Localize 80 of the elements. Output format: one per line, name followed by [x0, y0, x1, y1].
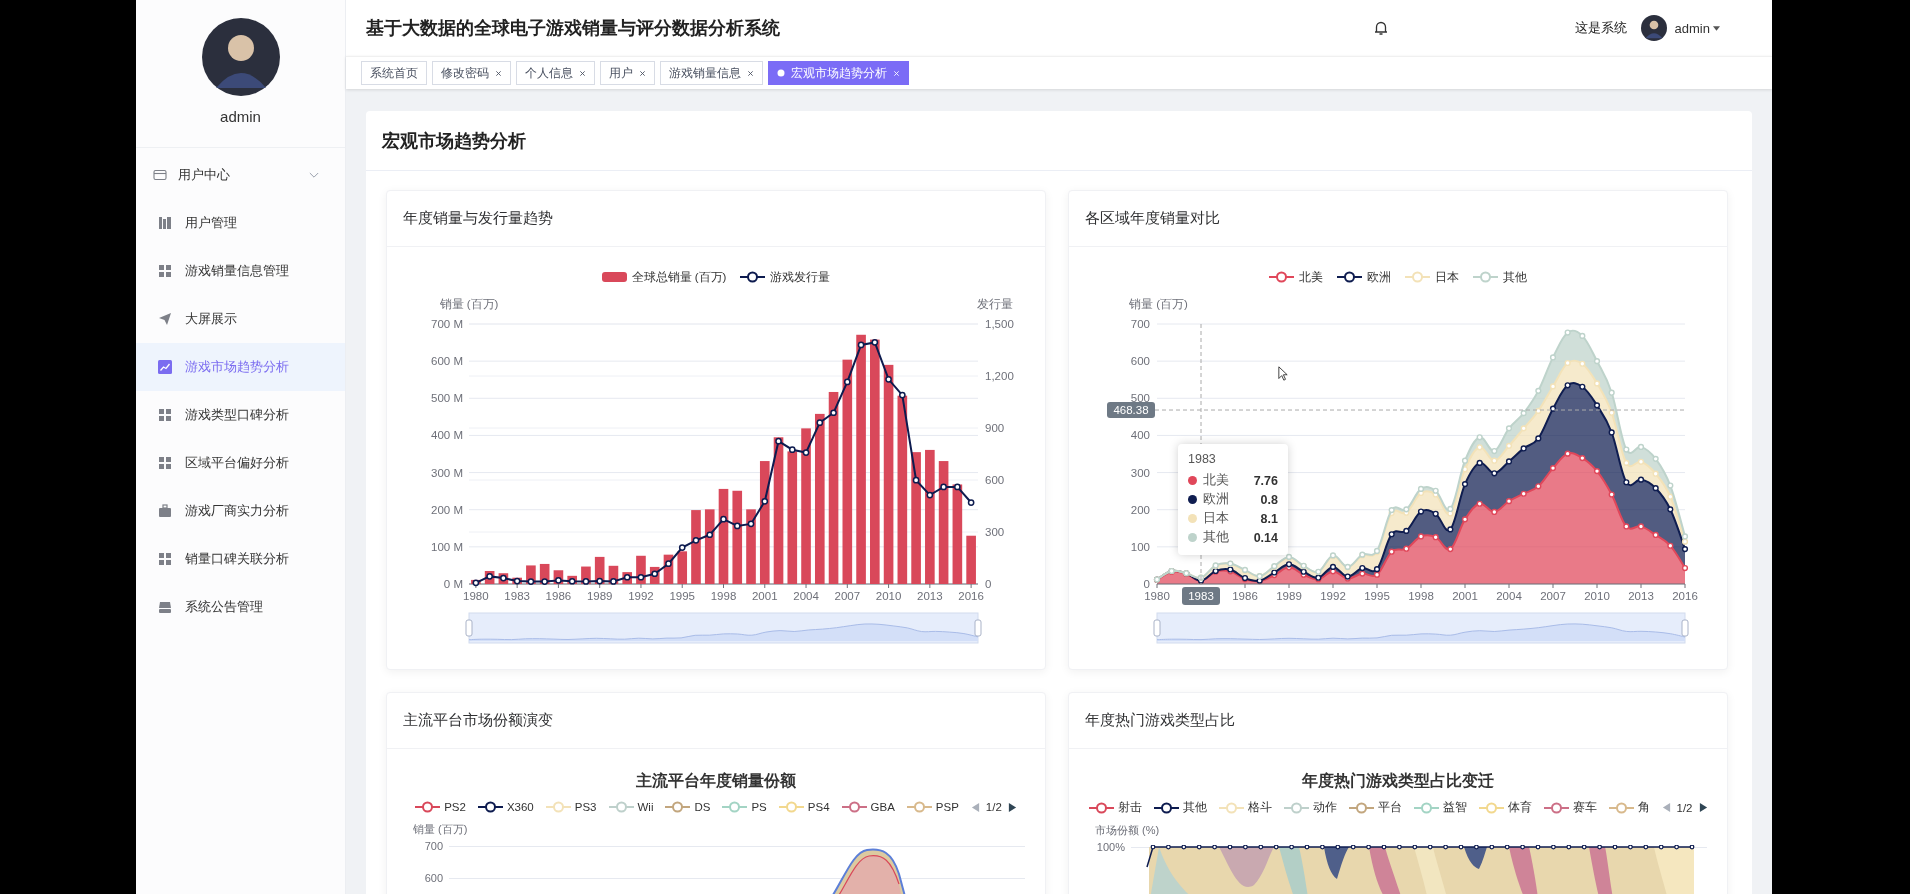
axis-label: 2013 [1628, 590, 1654, 602]
axis-label: 600 M [431, 355, 463, 368]
axis-label: 200 [1130, 503, 1150, 516]
axis-label: 500 M [431, 392, 463, 405]
axis-label: 2010 [875, 590, 902, 602]
axis-label: 1,500 [985, 318, 1014, 330]
series-name: 日本 [1203, 510, 1229, 527]
page-indicator: 1/2 [1676, 801, 1693, 814]
axis-label: 2013 [917, 590, 943, 602]
series-value: 7.76 [1253, 473, 1278, 488]
pointer-label: 1983 [1182, 587, 1220, 605]
axis-label: 1995 [669, 590, 696, 602]
axis-label: 1986 [1232, 590, 1258, 602]
chart-title: 主流平台年度销量份额 [635, 771, 797, 791]
axis-label: 1986 [545, 590, 572, 602]
axis-label: 2004 [1496, 590, 1522, 602]
axis-label: 400 M [431, 429, 463, 442]
panel-title: 宏观市场趋势分析 [366, 111, 1752, 171]
axis-label: 1995 [1364, 590, 1390, 602]
axis-label: 600 [423, 872, 444, 884]
axis-label: 400 [1130, 429, 1150, 442]
axis-label: 2001 [751, 590, 778, 602]
axis-label: 300 [985, 526, 1005, 538]
axis-label: 100 [1130, 540, 1150, 553]
axis-label: 2004 [793, 590, 819, 602]
axis-label: 0 M [443, 578, 463, 590]
page-indicator: 1/2 [985, 801, 1002, 813]
series-name: 北美 [1203, 472, 1229, 489]
axis-label: 0 [985, 578, 992, 590]
series-value: 0.8 [1260, 492, 1278, 507]
axis-label: 700 [423, 840, 444, 852]
ref-line-label: 468.38 [1113, 404, 1149, 417]
axis-label: 2010 [1584, 590, 1610, 602]
axis-label: 2016 [958, 590, 984, 602]
axis-label: 1983 [504, 590, 530, 602]
axis-label: 100% [1095, 841, 1126, 853]
axis-label: 1989 [1276, 590, 1302, 602]
axis-label: 1980 [1144, 590, 1170, 602]
axis-title: 市场份额 (%) [1094, 823, 1161, 838]
pointer-label: 468.38 [1107, 402, 1155, 419]
axis-label: 700 M [431, 318, 463, 330]
card-title: 各区域年度销量对比 [1069, 191, 1727, 247]
axis-label: 300 M [431, 466, 463, 479]
axis-label: 100 M [431, 540, 463, 553]
axis-label: 700 [1130, 318, 1150, 330]
axis-title: 发行量 [977, 298, 1013, 310]
tooltip-title: 1983 [1188, 452, 1217, 466]
axis-label: 200 M [431, 503, 463, 516]
series-name: 其他 [1203, 529, 1229, 546]
axis-label: 2016 [1672, 590, 1698, 602]
axis-label: 1992 [1320, 590, 1346, 602]
series-value: 8.1 [1260, 511, 1278, 526]
chart-title: 年度热门游戏类型占比变迁 [1301, 771, 1495, 791]
app-title: 基于大数据的全球电子游戏销量与评分数据分析系统 [366, 17, 780, 40]
card-title: 年度热门游戏类型占比 [1069, 693, 1727, 749]
user-name: admin [220, 108, 261, 125]
axis-label: 1980 [463, 590, 489, 602]
axis-title: 销量 (百万) [1129, 298, 1188, 310]
axis-label: 2007 [834, 590, 861, 602]
axis-label: 900 [985, 422, 1005, 434]
axis-label: 1,200 [985, 370, 1014, 382]
axis-label: 1998 [710, 590, 737, 602]
axis-label: 2001 [1452, 590, 1478, 602]
axis-title: 销量 (百万) [439, 298, 499, 310]
axis-label: 500 [1130, 392, 1150, 405]
axis-label: 1998 [1408, 590, 1434, 602]
ref-line-label: 1983 [1188, 590, 1214, 602]
series-value: 0.14 [1253, 530, 1278, 545]
series-name: 欧洲 [1203, 491, 1229, 508]
system-label: 这是系统 [1574, 19, 1627, 37]
axis-label: 300 [1130, 466, 1150, 479]
axis-label: 1992 [628, 590, 654, 602]
axis-label: 2007 [1540, 590, 1566, 602]
axis-label: 0 [1143, 578, 1150, 590]
axis-label: 1989 [586, 590, 613, 602]
axis-label: 600 [985, 474, 1005, 486]
card-title: 主流平台市场份额演变 [387, 693, 1045, 749]
axis-title: 销量 (百万) [412, 822, 469, 837]
axis-label: 600 [1130, 355, 1150, 368]
card-title: 年度销量与发行量趋势 [387, 191, 1045, 247]
